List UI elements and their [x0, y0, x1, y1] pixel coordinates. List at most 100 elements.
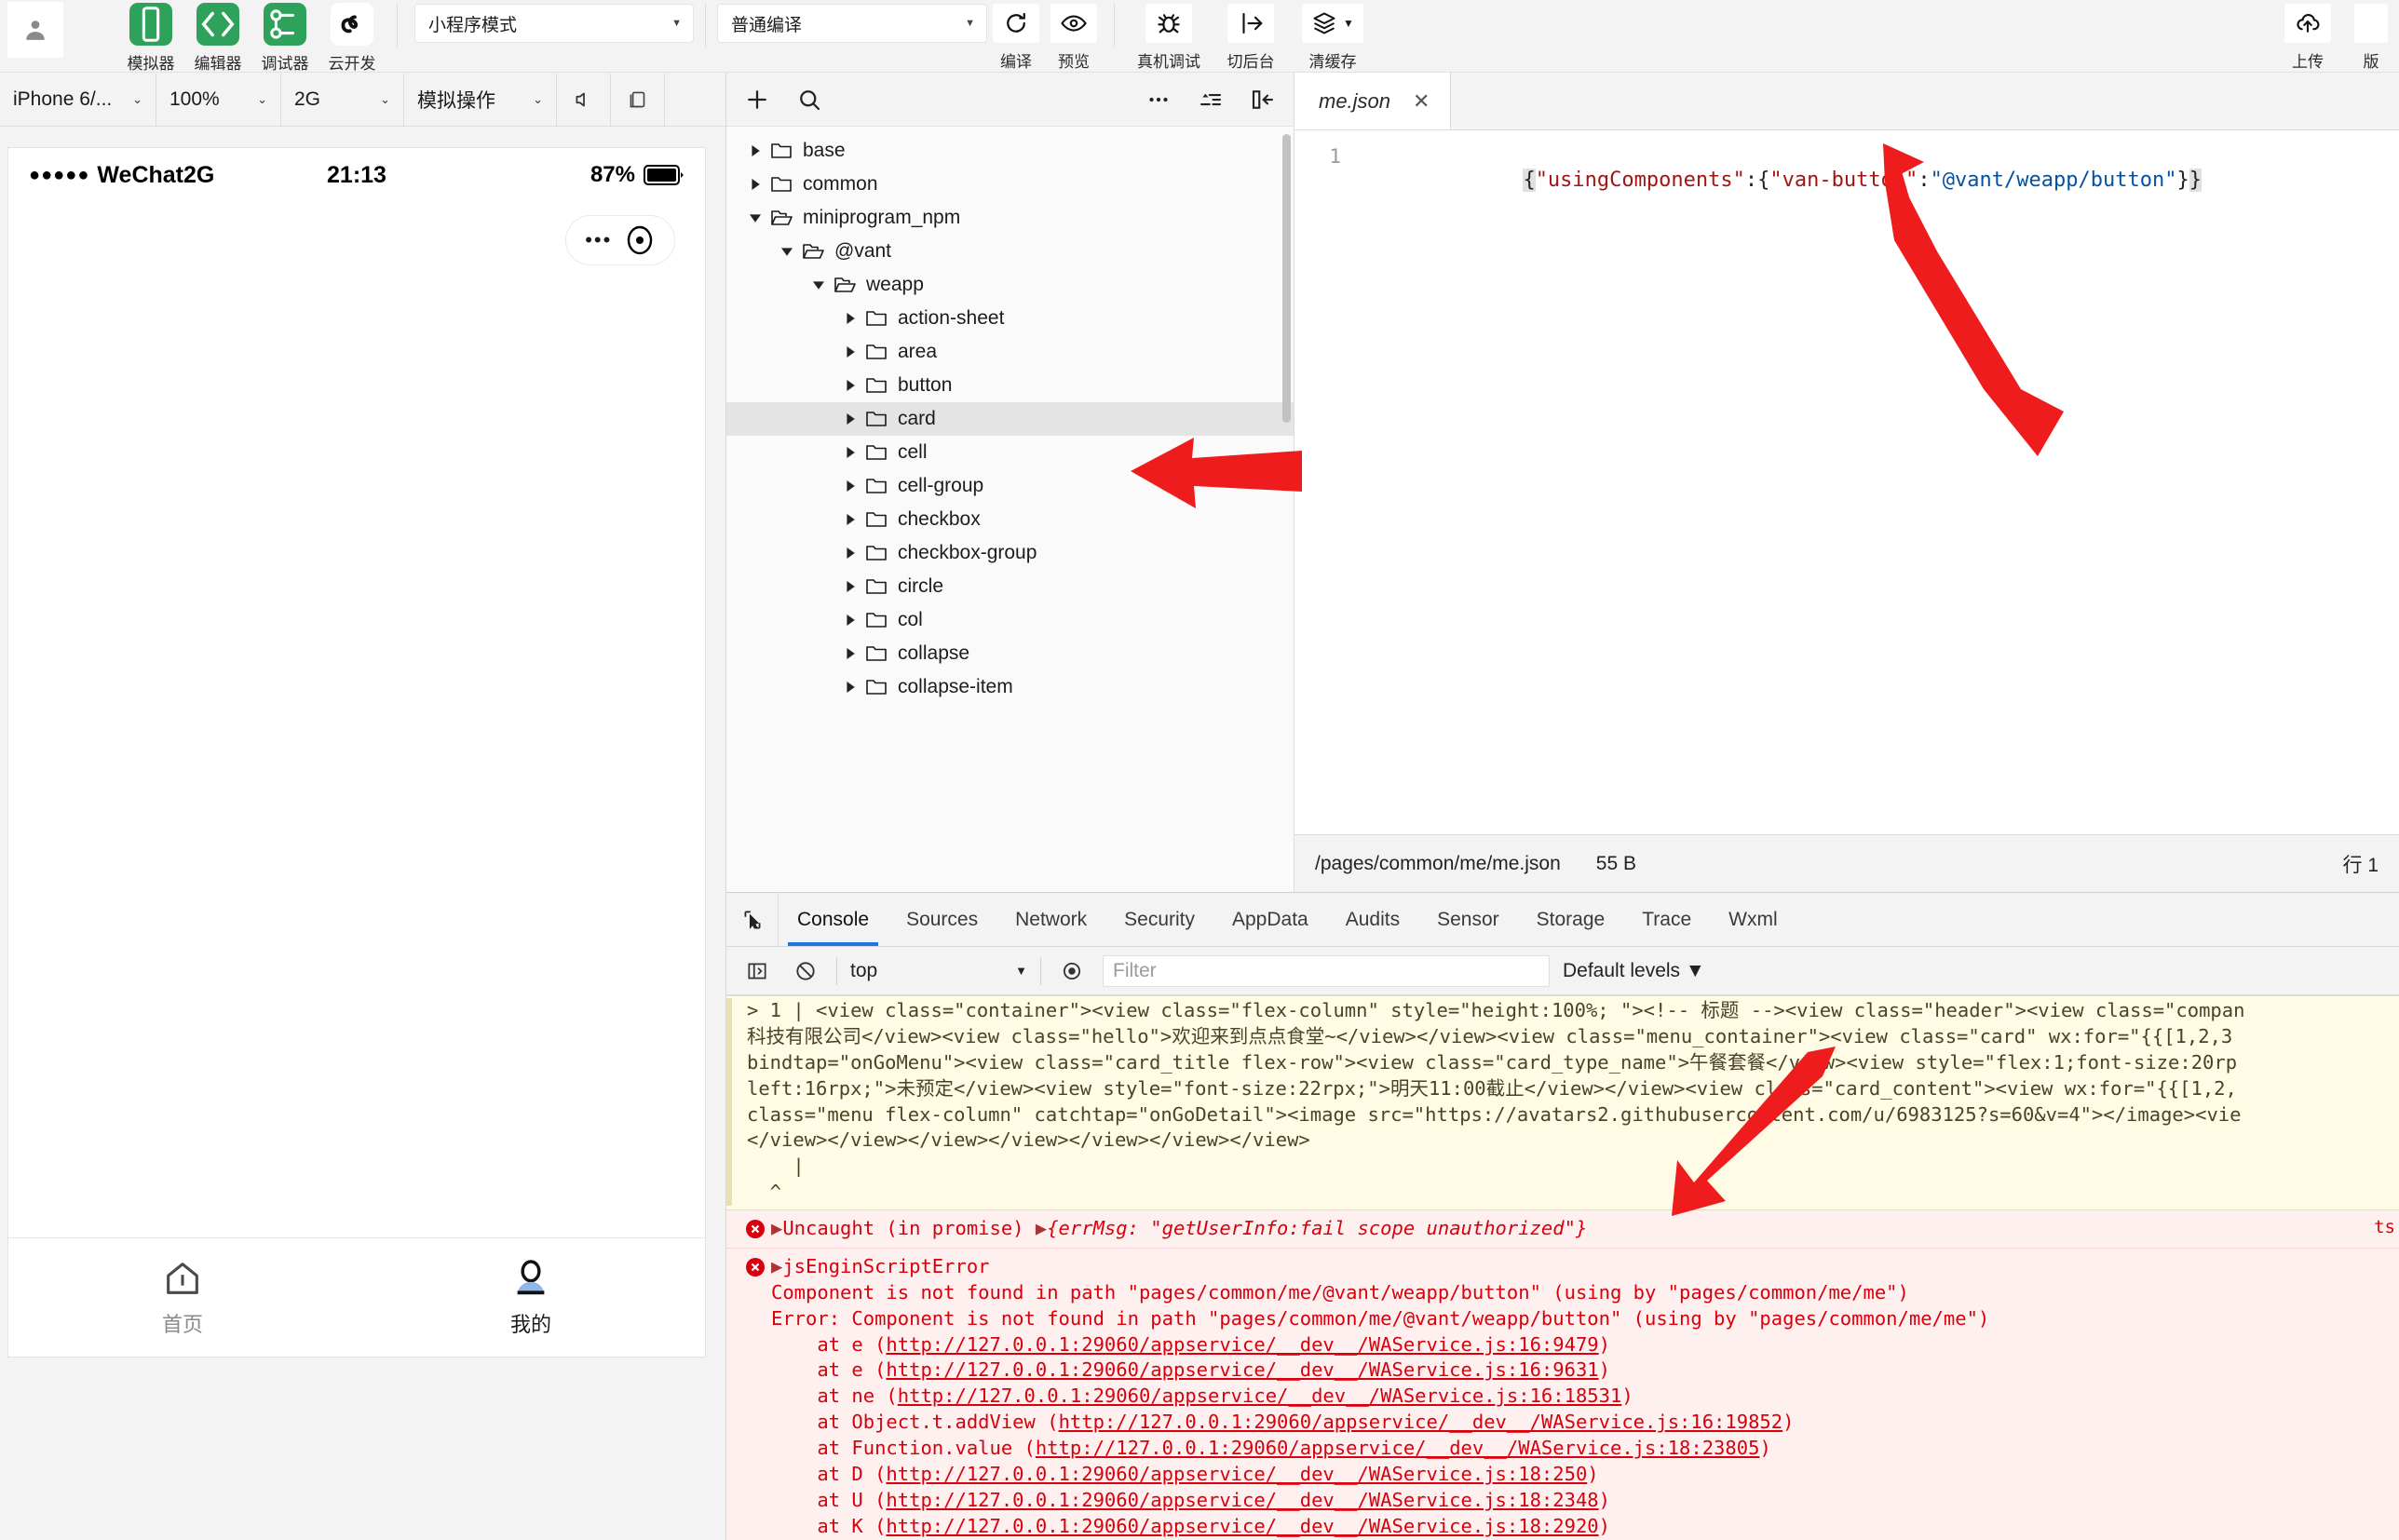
console-error-uncaught[interactable]: ▶Uncaught (in promise) ▶{errMsg: "getUse… [726, 1210, 2399, 1249]
wechat-capsule-button[interactable]: ••• [565, 215, 675, 265]
live-expression-icon[interactable] [1054, 953, 1090, 989]
tree-item-common[interactable]: common [726, 168, 1294, 201]
editor-code-area[interactable]: 1 {"usingComponents":{"van-button":"@van… [1294, 130, 2399, 834]
expand-triangle-icon-2[interactable]: ▶ [1036, 1216, 1047, 1242]
console-levels-select[interactable]: Default levels ▼ [1563, 960, 1705, 982]
chevron-right-icon[interactable] [743, 145, 767, 156]
close-icon[interactable]: ✕ [1413, 89, 1430, 114]
stack-source-link[interactable]: http://127.0.0.1:29060/appservice/__dev_… [886, 1463, 1587, 1485]
devtools-tab-sources[interactable]: Sources [888, 893, 996, 946]
chevron-right-icon[interactable] [743, 179, 767, 190]
clear-console-icon[interactable] [788, 953, 823, 989]
devtools-tab-wxml[interactable]: Wxml [1710, 893, 1796, 946]
tree-item-card[interactable]: card [726, 402, 1294, 436]
code-line-1[interactable]: {"usingComponents":{"van-button":"@vant/… [1350, 145, 2202, 834]
chevron-right-icon[interactable] [838, 346, 862, 358]
tree-item-button[interactable]: button [726, 369, 1294, 402]
tree-item-collapse-item[interactable]: collapse-item [726, 670, 1294, 704]
devtools-tab-storage[interactable]: Storage [1518, 893, 1624, 946]
stack-source-link[interactable]: http://127.0.0.1:29060/appservice/__dev_… [1036, 1437, 1760, 1459]
add-file-icon[interactable] [743, 86, 771, 114]
simulate-action-select[interactable]: 模拟操作 ⌄ [404, 74, 557, 126]
devtools-tab-security[interactable]: Security [1105, 893, 1213, 946]
preview-button[interactable]: 预览 [1045, 0, 1103, 72]
tree-item-miniprogram_npm[interactable]: miniprogram_npm [726, 201, 1294, 235]
chevron-right-icon[interactable] [838, 380, 862, 391]
chevron-right-icon[interactable] [838, 648, 862, 659]
chevron-right-icon[interactable] [838, 547, 862, 559]
tabbar-item-profile[interactable]: 我的 [357, 1257, 705, 1338]
chevron-right-icon[interactable] [838, 615, 862, 626]
tree-item-weapp[interactable]: weapp [726, 268, 1294, 302]
version-button[interactable]: 版 [2343, 0, 2399, 72]
tree-item-collapse[interactable]: collapse [726, 637, 1294, 670]
tree-item-col[interactable]: col [726, 603, 1294, 637]
hide-panel-icon[interactable] [1249, 86, 1277, 114]
toolbar-item-debugger[interactable]: 调试器 [251, 0, 319, 74]
chevron-right-icon[interactable] [838, 581, 862, 592]
inspect-element-icon[interactable] [726, 893, 779, 946]
console-filter-input[interactable]: Filter [1103, 955, 1550, 987]
chevron-right-icon[interactable] [838, 514, 862, 525]
chevron-down-icon[interactable] [806, 279, 831, 290]
tree-item-base[interactable]: base [726, 134, 1294, 168]
devtools-tab-appdata[interactable]: AppData [1213, 893, 1327, 946]
editor-tab-me-json[interactable]: me.json ✕ [1294, 73, 1451, 129]
chevron-down-icon[interactable] [743, 212, 767, 223]
network-select[interactable]: 2G ⌄ [281, 74, 404, 126]
chevron-right-icon[interactable] [838, 413, 862, 425]
toolbar-item-editor[interactable]: 编辑器 [184, 0, 251, 74]
real-device-debug-button[interactable]: 真机调试 [1126, 0, 1212, 72]
console-error-jsengine[interactable]: ▶jsEnginScriptError Component is not fou… [726, 1249, 2399, 1540]
devtools-tab-network[interactable]: Network [996, 893, 1105, 946]
devtools-tab-console[interactable]: Console [779, 893, 888, 946]
search-icon[interactable] [795, 86, 823, 114]
error-source-link[interactable]: ts [2374, 1216, 2395, 1240]
explorer-scrollbar[interactable] [1282, 134, 1291, 423]
console-warning-message[interactable]: > 1 | <view class="container"><view clas… [726, 995, 2399, 1210]
console-context-select[interactable]: top ▼ [850, 960, 1027, 982]
tree-item-checkbox[interactable]: checkbox [726, 503, 1294, 536]
compile-button[interactable]: 编译 [987, 0, 1045, 72]
tree-item-@vant[interactable]: @vant [726, 235, 1294, 268]
tree-item-checkbox-group[interactable]: checkbox-group [726, 536, 1294, 570]
close-circle-icon[interactable] [624, 224, 656, 256]
upload-button[interactable]: 上传 [2272, 0, 2343, 72]
tree-item-cell-group[interactable]: cell-group [726, 469, 1294, 503]
expand-triangle-icon[interactable]: ▶ [771, 1254, 782, 1280]
tree-item-cell[interactable]: cell [726, 436, 1294, 469]
tabbar-item-home[interactable]: 首页 [8, 1257, 357, 1338]
expand-triangle-icon[interactable]: ▶ [771, 1216, 782, 1242]
zoom-select[interactable]: 100% ⌄ [156, 74, 281, 126]
toolbar-item-simulator[interactable]: 模拟器 [117, 0, 184, 74]
stack-source-link[interactable]: http://127.0.0.1:29060/appservice/__dev_… [886, 1358, 1598, 1381]
devtools-tab-trace[interactable]: Trace [1623, 893, 1710, 946]
chevron-right-icon[interactable] [838, 682, 862, 693]
device-select[interactable]: iPhone 6/... ⌄ [0, 74, 156, 126]
show-console-sidebar-icon[interactable] [739, 953, 775, 989]
console-output[interactable]: > 1 | <view class="container"><view clas… [726, 995, 2399, 1540]
switch-background-button[interactable]: 切后台 [1212, 0, 1290, 72]
screen-rotate-button[interactable] [611, 74, 665, 126]
compile-mode-select[interactable]: 普通编译 ▼ [717, 4, 987, 43]
toolbar-item-cloud-dev[interactable]: 云开发 [319, 0, 386, 74]
file-tree[interactable]: basecommonminiprogram_npm@vantweappactio… [726, 127, 1294, 892]
tree-item-action-sheet[interactable]: action-sheet [726, 302, 1294, 335]
project-mode-select[interactable]: 小程序模式 ▼ [414, 4, 694, 43]
stack-source-link[interactable]: http://127.0.0.1:29060/appservice/__dev_… [1059, 1411, 1783, 1433]
user-avatar-icon[interactable] [7, 2, 63, 58]
tree-item-circle[interactable]: circle [726, 570, 1294, 603]
chevron-right-icon[interactable] [838, 480, 862, 492]
chevron-right-icon[interactable] [838, 313, 862, 324]
stack-source-link[interactable]: http://127.0.0.1:29060/appservice/__dev_… [898, 1385, 1622, 1407]
more-icon[interactable] [1145, 86, 1172, 114]
clear-cache-button[interactable]: ▼ 清缓存 [1290, 0, 1376, 72]
chevron-down-icon[interactable] [775, 246, 799, 257]
tree-item-area[interactable]: area [726, 335, 1294, 369]
chevron-right-icon[interactable] [838, 447, 862, 458]
devtools-tab-sensor[interactable]: Sensor [1418, 893, 1518, 946]
stack-source-link[interactable]: http://127.0.0.1:29060/appservice/__dev_… [886, 1333, 1598, 1356]
stack-source-link[interactable]: http://127.0.0.1:29060/appservice/__dev_… [886, 1489, 1598, 1511]
collapse-all-icon[interactable] [1197, 86, 1225, 114]
mute-button[interactable] [557, 74, 611, 126]
